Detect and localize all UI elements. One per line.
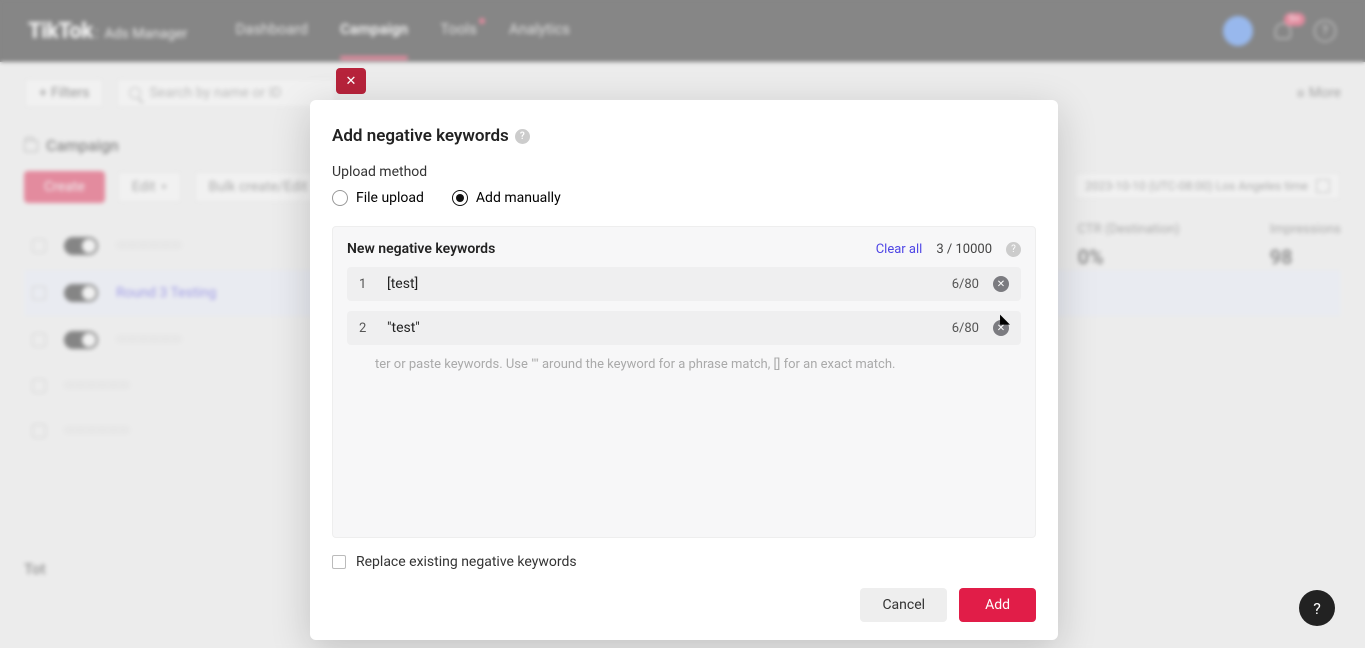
delete-keyword-button[interactable]: ✕ bbox=[993, 320, 1009, 336]
keyword-input[interactable]: [test] bbox=[387, 276, 938, 292]
keyword-count: 3 / 10000 bbox=[936, 242, 992, 257]
panel-title: New negative keywords bbox=[347, 241, 495, 257]
upload-method-radios: File upload Add manually bbox=[332, 190, 1036, 206]
radio-icon bbox=[452, 190, 468, 206]
keyword-input[interactable]: "test" bbox=[387, 320, 938, 336]
keyword-length: 6/80 bbox=[952, 277, 979, 292]
panel-head: New negative keywords Clear all 3 / 1000… bbox=[347, 241, 1021, 257]
panel-head-right: Clear all 3 / 10000 ? bbox=[876, 242, 1021, 257]
radio-icon bbox=[332, 190, 348, 206]
clear-all-link[interactable]: Clear all bbox=[876, 242, 923, 257]
radio-add-manually[interactable]: Add manually bbox=[452, 190, 561, 206]
add-button[interactable]: Add bbox=[959, 588, 1036, 622]
help-icon[interactable]: ? bbox=[1006, 242, 1021, 257]
replace-existing-label: Replace existing negative keywords bbox=[356, 554, 577, 570]
help-fab-button[interactable]: ? bbox=[1299, 590, 1335, 626]
close-icon: ✕ bbox=[997, 279, 1005, 290]
close-icon: ✕ bbox=[346, 74, 357, 89]
close-modal-button[interactable]: ✕ bbox=[336, 68, 366, 94]
keyword-row-number: 1 bbox=[359, 277, 373, 292]
question-icon: ? bbox=[1313, 599, 1321, 618]
keyword-length: 6/80 bbox=[952, 321, 979, 336]
upload-method-label: Upload method bbox=[332, 164, 1036, 180]
radio-file-upload-label: File upload bbox=[356, 190, 424, 206]
modal-title: Add negative keywords ? bbox=[332, 126, 1036, 146]
keyword-row: 1 [test] 6/80 ✕ bbox=[347, 267, 1021, 301]
keyword-hint: ter or paste keywords. Use "" around the… bbox=[347, 357, 1021, 372]
keyword-row: 2 "test" 6/80 ✕ bbox=[347, 311, 1021, 345]
delete-keyword-button[interactable]: ✕ bbox=[993, 276, 1009, 292]
close-icon: ✕ bbox=[997, 323, 1005, 334]
modal-title-text: Add negative keywords bbox=[332, 126, 509, 146]
keyword-panel: New negative keywords Clear all 3 / 1000… bbox=[332, 226, 1036, 538]
add-negative-keywords-modal: Add negative keywords ? Upload method Fi… bbox=[310, 100, 1058, 640]
help-icon[interactable]: ? bbox=[515, 129, 530, 144]
cancel-button[interactable]: Cancel bbox=[860, 588, 947, 622]
replace-existing-row[interactable]: Replace existing negative keywords bbox=[332, 554, 1036, 570]
modal-footer: Cancel Add bbox=[332, 588, 1036, 622]
checkbox-icon[interactable] bbox=[332, 555, 346, 569]
radio-add-manually-label: Add manually bbox=[476, 190, 561, 206]
keyword-row-number: 2 bbox=[359, 321, 373, 336]
radio-file-upload[interactable]: File upload bbox=[332, 190, 424, 206]
